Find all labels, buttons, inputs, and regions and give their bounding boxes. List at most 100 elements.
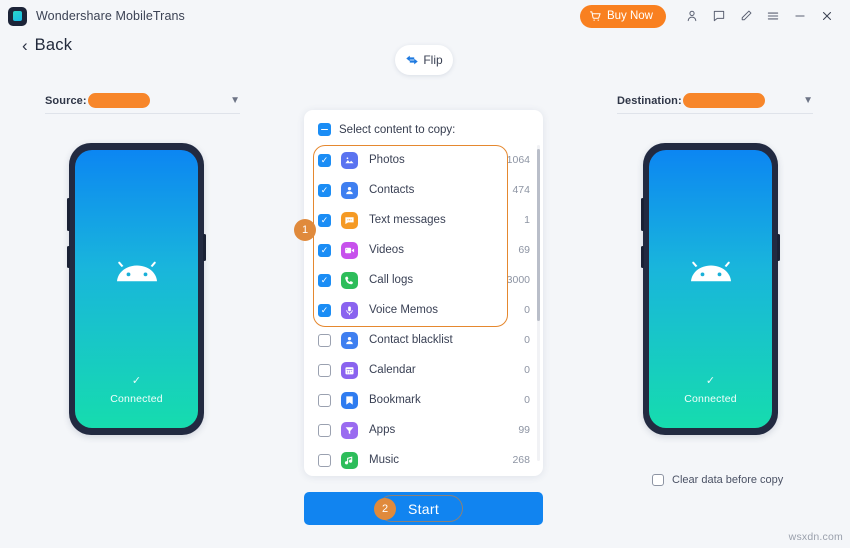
content-row-label: Text messages: [369, 214, 446, 226]
voice-memos-icon: [341, 301, 358, 319]
content-row-label: Voice Memos: [369, 304, 439, 316]
check-icon: ✓: [131, 375, 142, 387]
content-row-label: Contacts: [369, 184, 415, 196]
content-row-label: Photos: [369, 154, 405, 166]
source-connection-status: Connected: [110, 393, 163, 405]
content-row-calendar[interactable]: Calendar 0: [304, 355, 543, 385]
menu-icon[interactable]: [759, 3, 786, 29]
account-icon[interactable]: [678, 3, 705, 29]
content-row-contacts[interactable]: ✓ Contacts 474: [304, 175, 543, 205]
minimize-icon[interactable]: [786, 3, 813, 29]
content-row-label: Videos: [369, 244, 404, 256]
annotation-badge-1: 1: [294, 219, 316, 241]
content-checkbox[interactable]: [318, 423, 331, 437]
feedback-icon[interactable]: [705, 3, 732, 29]
content-row-photos[interactable]: ✓ Photos 1064: [304, 145, 543, 175]
content-checkbox[interactable]: [318, 333, 331, 347]
content-checkbox[interactable]: ✓: [318, 243, 331, 257]
chevron-down-icon: ▼: [803, 94, 813, 106]
android-robot-icon: [690, 261, 731, 282]
chevron-down-icon: ▼: [230, 94, 240, 106]
content-selection-card: Select content to copy: ✓ Photos 1064 ✓ Cont…: [304, 110, 543, 476]
buy-now-label: Buy Now: [606, 10, 653, 22]
apps-icon: [341, 421, 358, 439]
content-row-count: 0: [524, 334, 530, 346]
content-checkbox[interactable]: ✓: [318, 153, 331, 167]
content-checkbox[interactable]: ✓: [318, 213, 331, 227]
flip-arrows-icon: [406, 55, 419, 65]
content-row-count: 99: [518, 424, 530, 436]
videos-icon: [341, 241, 358, 259]
content-list-scrollbar-thumb[interactable]: [537, 149, 540, 321]
destination-phone-preview: ✓ Connected: [641, 143, 780, 435]
check-icon: ✓: [705, 375, 716, 387]
content-checkbox[interactable]: [318, 393, 331, 407]
source-device-selector[interactable]: Source: ▼: [45, 88, 240, 114]
text-messages-icon: [341, 211, 358, 229]
content-row-label: Call logs: [369, 274, 414, 286]
content-checkbox[interactable]: ✓: [318, 303, 331, 317]
chevron-left-icon: ‹: [22, 36, 28, 55]
content-checkbox[interactable]: [318, 363, 331, 377]
android-robot-icon: [116, 261, 157, 282]
contact-blacklist-icon: [341, 331, 358, 349]
back-label: Back: [34, 36, 73, 54]
back-button[interactable]: ‹ Back: [22, 36, 72, 55]
app-title: Wondershare MobileTrans: [36, 9, 185, 23]
content-row-count: 3000: [506, 274, 530, 286]
content-row-call-logs[interactable]: ✓ Call logs 3000: [304, 265, 543, 295]
content-row-count: 268: [512, 454, 530, 466]
flip-button[interactable]: Flip: [395, 45, 453, 75]
content-row-apps[interactable]: Apps 99: [304, 415, 543, 445]
content-row-text-messages[interactable]: ✓ Text messages 1: [304, 205, 543, 235]
edit-icon[interactable]: [732, 3, 759, 29]
content-card-header-label: Select content to copy:: [339, 123, 456, 136]
content-row-label: Apps: [369, 424, 396, 436]
buy-now-button[interactable]: Buy Now: [579, 4, 666, 28]
content-row-bookmark[interactable]: Bookmark 0: [304, 385, 543, 415]
flip-label: Flip: [423, 53, 443, 67]
content-row-count: 1064: [506, 154, 530, 166]
content-checkbox[interactable]: ✓: [318, 273, 331, 287]
content-row-count: 0: [524, 304, 530, 316]
destination-connection-status: Connected: [684, 393, 737, 405]
content-checkbox[interactable]: ✓: [318, 183, 331, 197]
title-bar: Wondershare MobileTrans Buy Now: [0, 0, 850, 32]
close-icon[interactable]: [813, 3, 840, 29]
content-card-header: Select content to copy:: [304, 110, 543, 145]
clear-data-before-copy-option[interactable]: Clear data before copy: [652, 474, 783, 486]
photos-icon: [341, 151, 358, 169]
titlebar-actions: Buy Now: [579, 3, 850, 29]
music-icon: [341, 451, 358, 469]
destination-device-name-redacted: [682, 93, 765, 108]
content-row-voice-memos[interactable]: ✓ Voice Memos 0: [304, 295, 543, 325]
content-row-count: 1: [524, 214, 530, 226]
clear-data-label: Clear data before copy: [672, 474, 784, 486]
start-button[interactable]: Start: [304, 492, 543, 525]
clear-data-checkbox[interactable]: [652, 474, 664, 486]
destination-label: Destination:: [617, 94, 682, 107]
mobiletrans-logo-icon: [8, 6, 27, 26]
content-row-contact-blacklist[interactable]: Contact blacklist 0: [304, 325, 543, 355]
destination-device-selector[interactable]: Destination: ▼: [617, 88, 813, 114]
content-row-videos[interactable]: ✓ Videos 69: [304, 235, 543, 265]
content-row-count: 474: [512, 184, 530, 196]
source-label: Source:: [45, 94, 87, 107]
calendar-icon: [341, 361, 358, 379]
source-phone-screen: ✓ Connected: [75, 150, 198, 428]
contacts-icon: [341, 181, 358, 199]
watermark: wsxdn.com: [788, 531, 843, 543]
source-phone-preview: ✓ Connected: [67, 143, 206, 435]
content-row-label: Music: [369, 454, 400, 466]
content-row-count: 69: [518, 244, 530, 256]
content-row-count: 0: [524, 394, 530, 406]
select-all-checkbox[interactable]: [318, 123, 331, 136]
content-row-music[interactable]: Music 268: [304, 445, 543, 475]
content-checkbox[interactable]: [318, 453, 331, 467]
cart-icon: [589, 10, 601, 21]
destination-phone-screen: ✓ Connected: [649, 150, 772, 428]
bookmark-icon: [341, 391, 358, 409]
content-row-label: Calendar: [369, 364, 416, 376]
source-device-name-redacted: [87, 93, 150, 108]
content-row-label: Bookmark: [369, 394, 421, 406]
